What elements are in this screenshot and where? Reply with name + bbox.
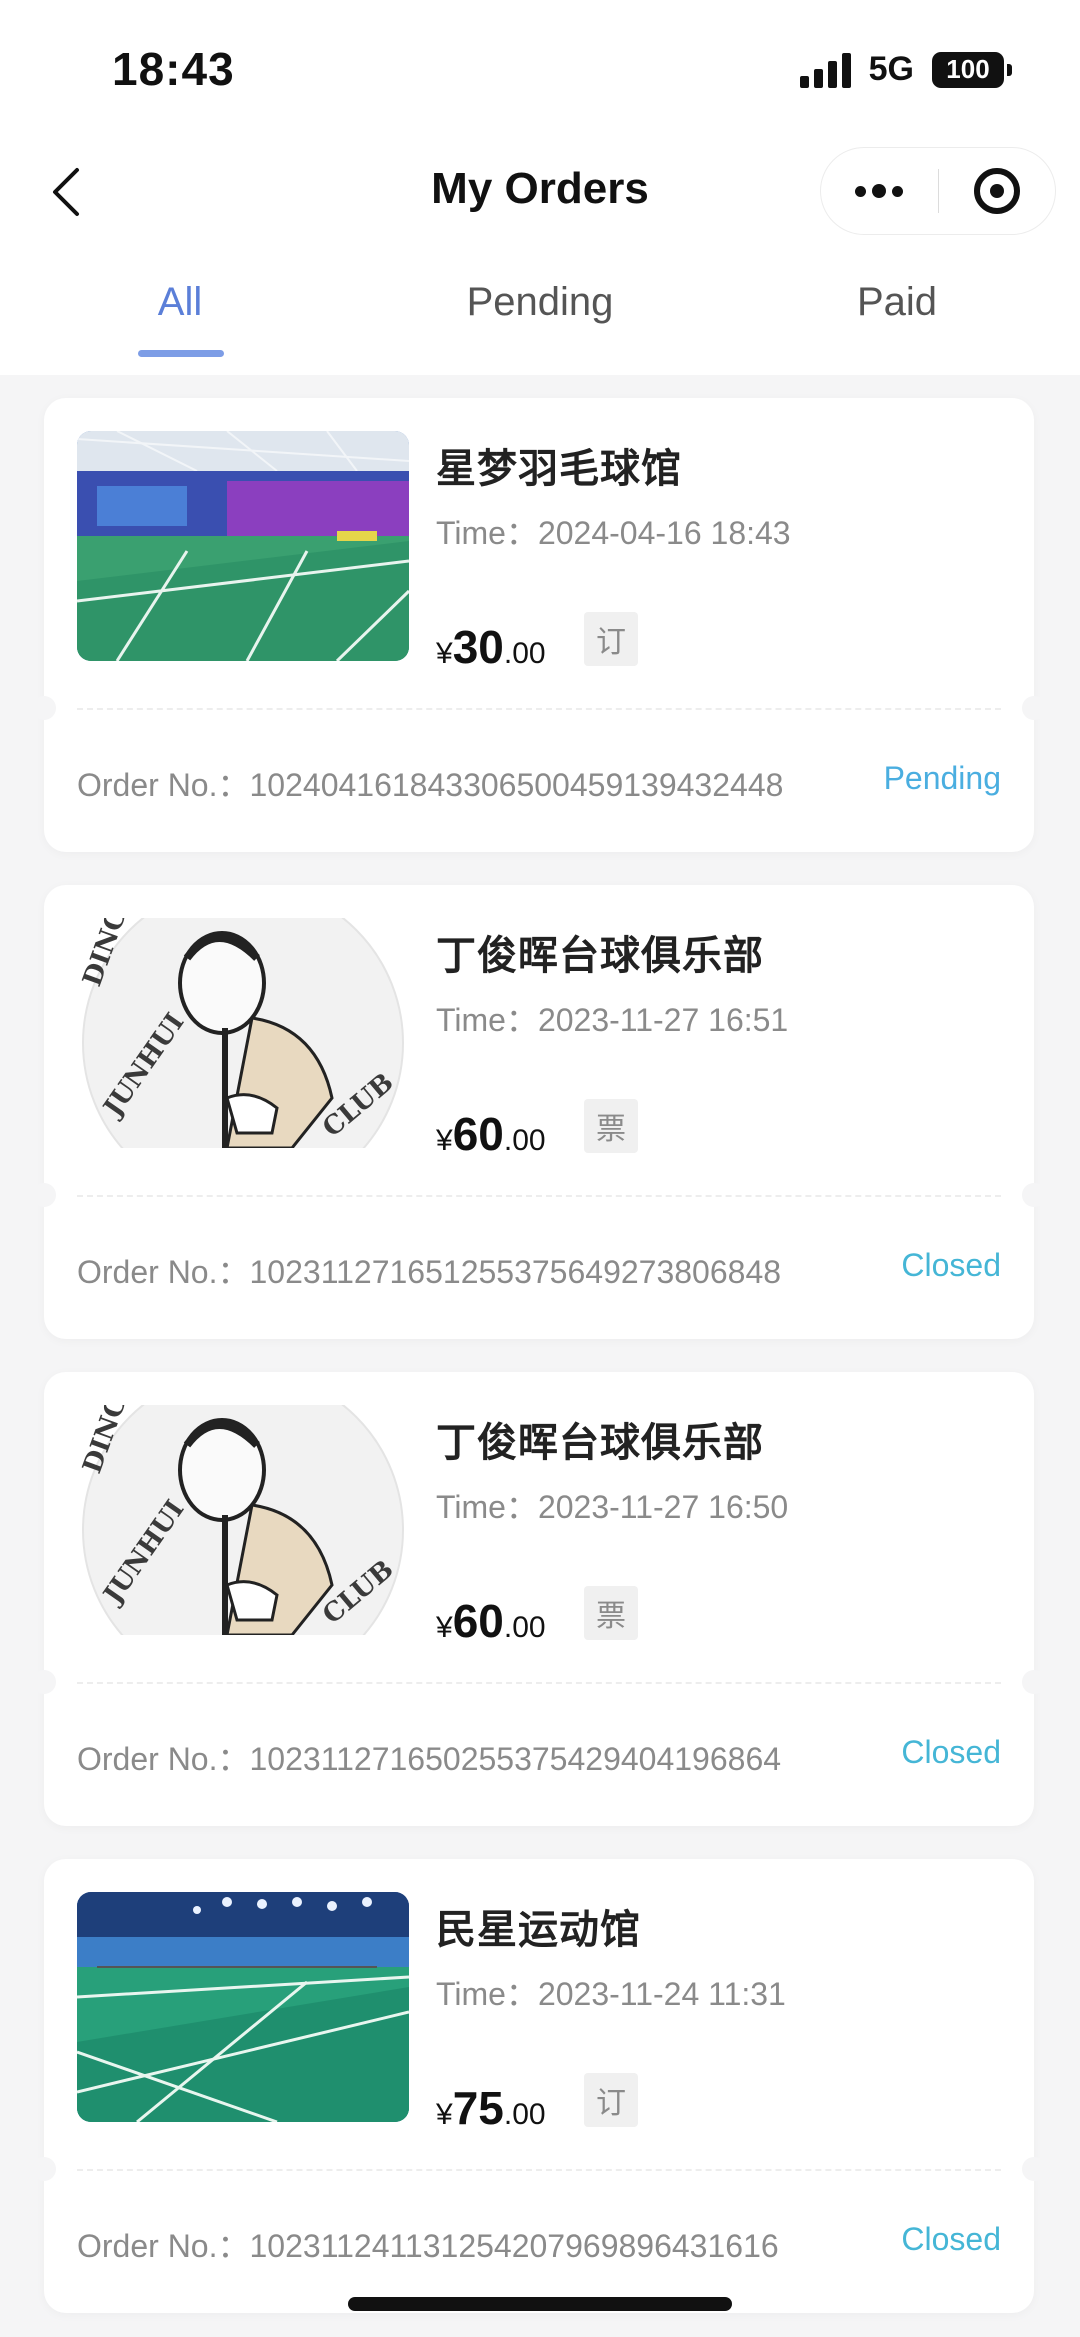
network-type: 5G	[868, 50, 914, 88]
order-number-row: Order No.：102311271650255375429404196864…	[77, 1734, 1001, 1780]
order-type-tag: 订	[584, 2073, 638, 2127]
order-number: 102311271651255375649273806848	[249, 1254, 782, 1290]
signal-icon	[799, 52, 851, 88]
order-price: ¥75.00	[436, 2081, 546, 2135]
order-number: 102311271650255375429404196864	[249, 1741, 782, 1777]
ticket-notch	[1022, 696, 1046, 720]
order-type-tag: 票	[584, 1586, 638, 1640]
time-label: Time：	[436, 1002, 538, 1038]
time-value: 2023-11-27 16:50	[537, 1489, 789, 1525]
order-number-label: Order No.：	[77, 1741, 250, 1777]
order-number-row: Order No.：102404161843306500459139432448…	[77, 760, 1001, 806]
ticket-notch	[32, 696, 56, 720]
order-card[interactable]: DING JUNHUI CLUB 丁俊晖台球俱乐部 Time：2023-11-2…	[32, 1372, 1046, 1826]
ticket-notch	[1022, 1183, 1046, 1207]
ticket-notch	[32, 1670, 56, 1694]
order-number-row: Order No.：102311241131254207969896431616…	[77, 2221, 1001, 2267]
price-integer: 30	[452, 621, 504, 673]
price-integer: 75	[452, 2082, 504, 2134]
venue-name: 民星运动馆	[436, 1908, 641, 1952]
tab-pending[interactable]: Pending	[390, 280, 690, 360]
order-time: Time：2023-11-27 16:51	[436, 995, 788, 1041]
price-currency: ¥	[436, 2098, 453, 2131]
status-indicators: 5G 100	[799, 50, 1012, 89]
order-number: 102404161843306500459139432448	[249, 767, 784, 803]
time-value: 2023-11-27 16:51	[537, 1002, 789, 1038]
venue-image	[77, 1892, 409, 2122]
battery-icon: 100	[932, 51, 1012, 88]
status-time: 18:43	[112, 43, 235, 95]
venue-name: 丁俊晖台球俱乐部	[436, 1421, 764, 1465]
order-number-label: Order No.：	[77, 1254, 250, 1290]
price-currency: ¥	[436, 1611, 453, 1644]
order-price: ¥30.00	[436, 620, 546, 674]
venue-name: 星梦羽毛球馆	[436, 447, 682, 491]
ticket-notch	[1022, 2157, 1046, 2181]
order-list: 星梦羽毛球馆 Time：2024-04-16 18:43 ¥30.00 订 Or…	[32, 398, 1046, 2337]
order-price: ¥60.00	[436, 1594, 546, 1648]
time-value: 2023-11-24 11:31	[537, 1976, 786, 2012]
card-divider	[77, 2169, 1001, 2171]
order-number-label: Order No.：	[77, 767, 250, 803]
order-type-tag: 票	[584, 1099, 638, 1153]
price-decimal: .00	[503, 2098, 546, 2131]
order-status[interactable]: Closed	[901, 1247, 1001, 1293]
order-time: Time：2023-11-24 11:31	[436, 1969, 786, 2015]
order-card[interactable]: 星梦羽毛球馆 Time：2024-04-16 18:43 ¥30.00 订 Or…	[32, 398, 1046, 852]
venue-image	[77, 431, 409, 661]
more-dots-icon	[855, 184, 904, 198]
price-currency: ¥	[436, 637, 453, 670]
mini-program-capsule	[820, 147, 1056, 235]
price-integer: 60	[452, 1595, 504, 1647]
close-mini-program-button[interactable]	[939, 148, 1056, 234]
nav-bar: My Orders	[0, 140, 1080, 250]
active-tab-indicator	[138, 350, 224, 357]
time-label: Time：	[436, 515, 538, 551]
order-number-label: Order No.：	[77, 2228, 250, 2264]
order-number: 102311241131254207969896431616	[249, 2228, 779, 2264]
venue-image: DING JUNHUI CLUB	[77, 918, 409, 1148]
tab-all[interactable]: All	[30, 280, 330, 360]
ticket-notch	[1022, 1670, 1046, 1694]
ticket-notch	[32, 1183, 56, 1207]
price-integer: 60	[452, 1108, 504, 1160]
time-label: Time：	[436, 1976, 538, 2012]
order-status[interactable]: Pending	[884, 760, 1001, 806]
price-decimal: .00	[503, 1124, 546, 1157]
tab-paid[interactable]: Paid	[747, 280, 1047, 360]
order-price: ¥60.00	[436, 1107, 546, 1161]
time-value: 2024-04-16 18:43	[537, 515, 791, 551]
time-label: Time：	[436, 1489, 538, 1525]
order-card[interactable]: DING JUNHUI CLUB 丁俊晖台球俱乐部 Time：2023-11-2…	[32, 885, 1046, 1339]
target-circle-icon	[973, 168, 1020, 214]
order-card[interactable]: 民星运动馆 Time：2023-11-24 11:31 ¥75.00 订 Ord…	[32, 1859, 1046, 2313]
venue-name: 丁俊晖台球俱乐部	[436, 934, 764, 978]
price-decimal: .00	[503, 637, 546, 670]
order-type-tag: 订	[584, 612, 638, 666]
venue-image: DING JUNHUI CLUB	[77, 1405, 409, 1635]
order-status[interactable]: Closed	[901, 2221, 1001, 2267]
price-currency: ¥	[436, 1124, 453, 1157]
more-button[interactable]	[821, 148, 938, 234]
price-decimal: .00	[503, 1611, 546, 1644]
card-divider	[77, 708, 1001, 710]
order-time: Time：2024-04-16 18:43	[436, 508, 791, 554]
ticket-notch	[32, 2157, 56, 2181]
home-indicator[interactable]	[348, 2297, 732, 2311]
order-tabs: All Pending Paid	[0, 250, 1080, 375]
status-bar: 18:43 5G 100	[0, 0, 1080, 140]
order-time: Time：2023-11-27 16:50	[436, 1482, 788, 1528]
card-divider	[77, 1195, 1001, 1197]
order-number-row: Order No.：102311271651255375649273806848…	[77, 1247, 1001, 1293]
card-divider	[77, 1682, 1001, 1684]
order-status[interactable]: Closed	[901, 1734, 1001, 1780]
battery-level: 100	[946, 54, 990, 84]
